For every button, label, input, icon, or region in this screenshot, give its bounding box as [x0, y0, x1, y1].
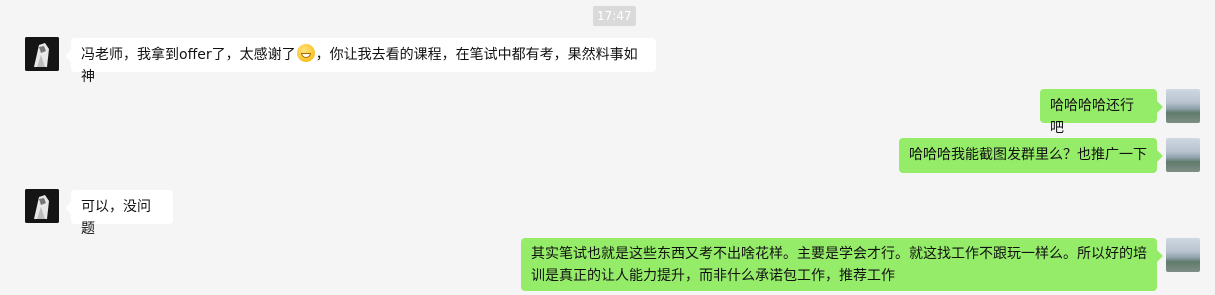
contact-avatar-image	[25, 189, 59, 223]
incoming-message-bubble[interactable]: 可以，没问题	[65, 190, 173, 237]
contact-avatar[interactable]	[25, 37, 59, 71]
message-text: 哈哈哈我能截图发群里么？也推广一下	[909, 147, 1147, 163]
user-avatar[interactable]	[1166, 138, 1200, 172]
incoming-message-bubble[interactable]: 冯老师，我拿到offer了，太感谢了 ，你让我去看的课程，在笔试中都有考，果然料事…	[65, 38, 656, 85]
contact-avatar-image	[25, 37, 59, 71]
user-avatar[interactable]	[1166, 89, 1200, 123]
contact-avatar[interactable]	[25, 189, 59, 223]
message-text: 冯老师，我拿到offer了，太感谢了	[81, 47, 296, 63]
message-text-line: 其实笔试也就是这些东西又考不出啥花样。主要是学会才行。就这找工作不跟玩一样么。所…	[531, 246, 1147, 262]
message-text: 可以，没问题	[81, 199, 151, 237]
chat-timestamp: 17:47	[593, 6, 636, 26]
message-text: 哈哈哈哈还行吧	[1050, 98, 1134, 136]
outgoing-message-bubble[interactable]: 哈哈哈我能截图发群里么？也推广一下	[899, 138, 1163, 173]
grinning-face-emoji-icon	[296, 44, 315, 62]
message-text-line: 训是真正的让人能力提升，而非什么承诺包工作，推荐工作	[531, 268, 895, 284]
outgoing-message-bubble[interactable]: 哈哈哈哈还行吧	[1040, 89, 1163, 136]
user-avatar[interactable]	[1166, 238, 1200, 272]
outgoing-message-bubble[interactable]: 其实笔试也就是这些东西又考不出啥花样。主要是学会才行。就这找工作不跟玩一样么。所…	[521, 238, 1163, 291]
